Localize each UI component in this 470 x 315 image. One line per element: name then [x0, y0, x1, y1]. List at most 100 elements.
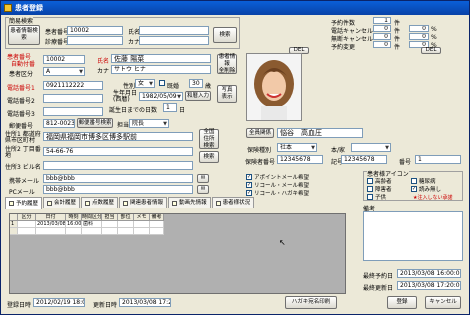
patient-icon-check[interactable]: ✓ 読み無し [411, 185, 441, 193]
search-button[interactable]: 検索 [213, 27, 237, 43]
birth-input[interactable]: 1982/05/09 [139, 92, 183, 101]
patient-icon-check[interactable]: 障害者 [367, 185, 392, 193]
grid-cell[interactable]: 16:00 [66, 221, 82, 228]
wareki-input-button[interactable]: 和暦入力 [185, 91, 211, 101]
grid-cell[interactable]: 1 [10, 221, 18, 228]
addr3-input[interactable] [43, 161, 193, 170]
grid-cell[interactable] [36, 228, 66, 235]
ins-num-input[interactable]: 12345678 [277, 155, 323, 164]
ref-select[interactable]: 院長 [129, 119, 169, 128]
grid-cell[interactable] [102, 221, 118, 228]
search-name-input[interactable] [139, 26, 209, 35]
notes-textarea[interactable] [363, 211, 463, 261]
tel2-input[interactable] [43, 94, 103, 103]
mail-pref-check[interactable]: ✓ リコール・メール希望 [246, 181, 309, 189]
grid-header-cell: 時間区分 [82, 214, 102, 221]
search-kana-input[interactable] [139, 36, 209, 45]
tel3-input[interactable] [43, 107, 103, 116]
table-row[interactable]: 1 2013/03/08 16:00 歯科 [10, 221, 164, 228]
patient-no-input[interactable]: 10002 [43, 55, 85, 64]
addr2-input[interactable]: 54-66-76 [43, 147, 193, 156]
zip-search-button[interactable]: 郵便番号検索 [77, 118, 113, 128]
save-button[interactable]: 登録 [387, 296, 417, 309]
tab-icon [123, 200, 129, 206]
checkbox[interactable]: ✓ [411, 186, 417, 192]
grid-cell[interactable] [134, 221, 150, 228]
checkbox[interactable] [367, 186, 373, 192]
last-appt-value: 2013/03/08 16:00:00 [397, 269, 461, 278]
checkbox[interactable]: ✓ [246, 182, 252, 188]
national-address-search-button[interactable]: 全国 住所 検索 [199, 129, 219, 149]
tab-2[interactable]: 会計履歴 [43, 197, 81, 208]
mail-pref-check[interactable]: ✓ アポイントメール希望 [246, 173, 309, 181]
ins-no-input[interactable]: 1 [415, 155, 461, 164]
stat-percent-unit: % [431, 26, 437, 33]
grid-cell[interactable]: 2013/03/08 [36, 221, 66, 228]
delete-all-patient-info-button[interactable]: 患者情報 全削除 [217, 54, 237, 74]
grid-cell[interactable] [150, 221, 164, 228]
checkbox-label: 高齢者 [375, 179, 392, 185]
addr1-input[interactable]: 福岡県福岡市博多区博多駅前 [43, 132, 193, 141]
checkbox-label: アポイントメール希望 [254, 175, 310, 181]
zip-input[interactable]: 812-0023 [43, 119, 75, 128]
checkbox[interactable] [411, 178, 417, 184]
pc-mail-input[interactable]: bbb@bbb [43, 185, 193, 194]
tel1-input[interactable]: 0921112222 [43, 81, 103, 90]
table-row[interactable] [10, 228, 164, 235]
checkbox[interactable] [367, 194, 373, 200]
grid-header-cell: メモ [134, 214, 150, 221]
grid-cell[interactable] [102, 228, 118, 235]
patient-icon-check[interactable]: 高齢者 [367, 177, 392, 185]
photo-show-button[interactable]: 写真 表示 [217, 85, 237, 103]
upd-date-label: 更新日時 [93, 302, 118, 309]
checkbox[interactable]: ✓ [246, 174, 252, 180]
tab-3[interactable]: 点数履歴 [81, 197, 119, 208]
pc-mail-open-button[interactable]: ✉ [197, 185, 209, 194]
grid-cell[interactable] [18, 221, 36, 228]
ins-sym-input[interactable]: 12345678 [341, 155, 387, 164]
tab-label: 動画先情報 [179, 200, 207, 206]
del-button[interactable]: DEL [421, 47, 441, 54]
mobile-mail-open-button[interactable]: ✉ [197, 174, 209, 183]
cancel-button[interactable]: キャンセル [425, 296, 461, 309]
grid-cell[interactable] [118, 221, 134, 228]
checkbox[interactable] [367, 178, 373, 184]
grid-cell[interactable] [118, 228, 134, 235]
mobile-mail-input[interactable]: bbb@bbb [43, 174, 193, 183]
family-relation-button[interactable]: 全員関係 [246, 128, 274, 138]
tab-label: 点数履歴 [92, 200, 115, 206]
married-checkbox[interactable] [159, 80, 165, 86]
grid-cell[interactable] [66, 228, 82, 235]
grid-cell[interactable]: 歯科 [82, 221, 102, 228]
address-search-button[interactable]: 検索 [199, 151, 219, 163]
grid-cell[interactable] [134, 228, 150, 235]
kana-input[interactable]: サトウ ヒナ [111, 65, 211, 74]
pc-mail-label: PCメール [9, 189, 35, 196]
tab-5[interactable]: 動画先情報 [168, 197, 211, 208]
sex-select[interactable]: 女 [135, 79, 155, 88]
name-input[interactable]: 佐藤 陽菜 [111, 54, 211, 63]
grid-cell[interactable] [150, 228, 164, 235]
patient-icon-check[interactable]: 糖尿病 [411, 177, 436, 185]
tab-6[interactable]: 患者様状況 [211, 197, 255, 208]
family-input[interactable]: 悩谷 高血圧 [277, 128, 363, 138]
grid-cell[interactable] [10, 228, 18, 235]
grid-cell[interactable] [18, 228, 36, 235]
mail-pref-check[interactable]: ✓ リコール・ハガキ希望 [246, 189, 309, 197]
patient-search-button[interactable]: 患者情報検索 [8, 25, 40, 45]
ins-type-select[interactable]: 社本 [277, 143, 317, 152]
tab-4[interactable]: 関連患者情報 [119, 197, 168, 208]
tab-1[interactable]: 予約履歴 [5, 197, 43, 209]
ins-cat-select[interactable] [351, 143, 391, 152]
mobile-mail-label: 携帯メール [9, 178, 40, 185]
grid-cell[interactable] [82, 228, 102, 235]
checkbox[interactable]: ✓ [246, 190, 252, 196]
patient-icon-check[interactable]: 子供 [367, 193, 386, 201]
postcard-print-button[interactable]: ハガキ宛名印刷 [285, 296, 337, 309]
search-no-input[interactable]: 10002 [67, 26, 123, 35]
stat-percent: 0 [409, 33, 429, 40]
search-card-input[interactable] [67, 36, 123, 45]
name-label: 氏名 [97, 58, 110, 65]
search-card-label: 診療番号 [45, 39, 70, 46]
patient-div-select[interactable]: A [43, 67, 85, 76]
